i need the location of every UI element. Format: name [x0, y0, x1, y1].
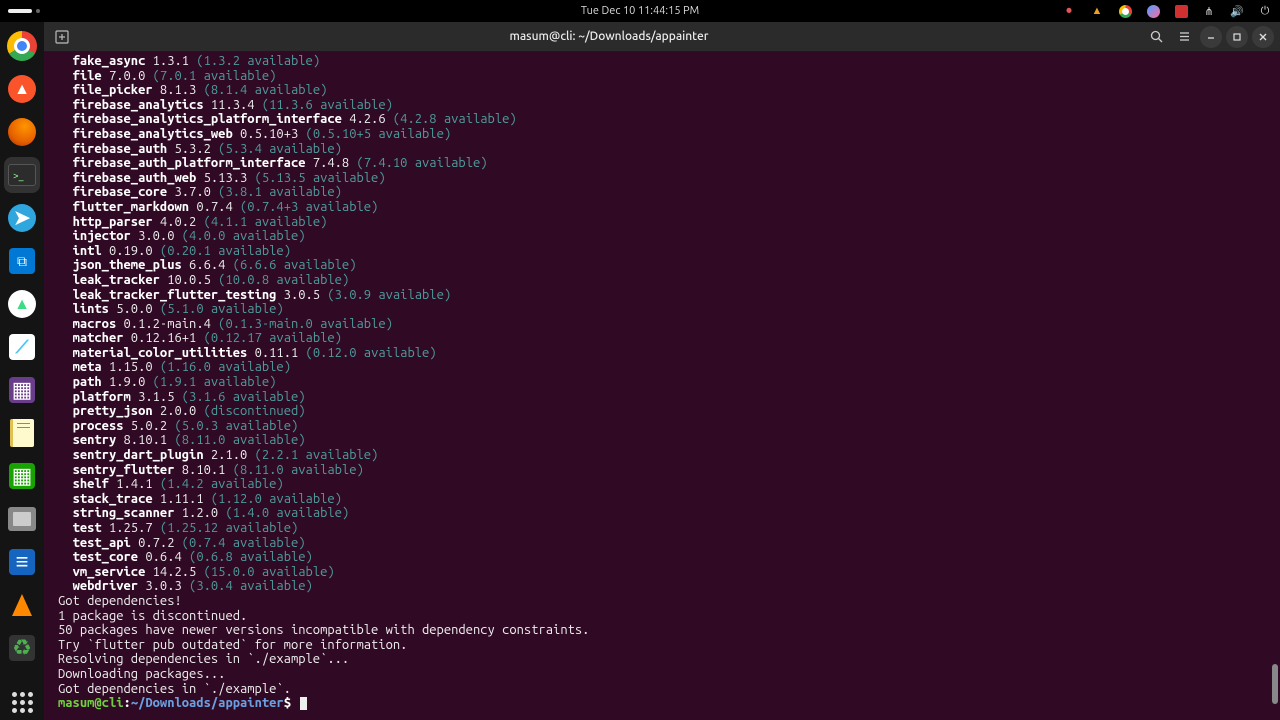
dock-flutter[interactable]: ⟋ [4, 329, 40, 365]
dock-brave[interactable]: ▲ [4, 71, 40, 107]
dock-telegram[interactable]: ➤ [4, 200, 40, 236]
dock-files[interactable] [4, 501, 40, 537]
dock-apps-grid[interactable] [4, 684, 40, 720]
dock-vscode[interactable]: ⧉ [4, 243, 40, 279]
app-tray-icon[interactable] [1146, 4, 1160, 18]
terminal-window: masum@cli: ~/Downloads/appainter fake_as… [44, 22, 1280, 720]
system-topbar: Tue Dec 10 11:44:15 PM ⏺ ▲ ⋔ 🔊 ⏻ [0, 0, 1280, 22]
dock: ▲ >_ ➤ ⧉ ▲ ⟋ ▦ ▦ ≡ ♻ [0, 22, 44, 720]
dock-terminal[interactable]: >_ [4, 157, 40, 193]
network-icon[interactable]: ⋔ [1202, 4, 1216, 18]
maximize-button[interactable] [1226, 26, 1248, 48]
clock[interactable]: Tue Dec 10 11:44:15 PM [581, 5, 699, 17]
power-icon[interactable]: ⏻ [1258, 4, 1272, 18]
dock-recycle[interactable]: ♻ [4, 630, 40, 666]
search-button[interactable] [1144, 26, 1168, 48]
terminal-output[interactable]: fake_async 1.3.1 (1.3.2 available) file … [44, 52, 1280, 720]
activities-corner[interactable] [8, 9, 40, 13]
dock-chrome[interactable] [4, 28, 40, 64]
app-tray-icon-2[interactable] [1174, 4, 1188, 18]
dock-android-studio[interactable]: ▲ [4, 286, 40, 322]
warning-icon[interactable]: ▲ [1090, 4, 1104, 18]
system-tray: ⏺ ▲ ⋔ 🔊 ⏻ [1062, 4, 1272, 18]
dock-media[interactable]: ▦ [4, 372, 40, 408]
dock-writer[interactable]: ≡ [4, 544, 40, 580]
screen-record-icon[interactable]: ⏺ [1062, 4, 1076, 18]
minimize-button[interactable] [1200, 26, 1222, 48]
dock-notes[interactable] [4, 415, 40, 451]
chrome-tray-icon[interactable] [1118, 4, 1132, 18]
menu-button[interactable] [1172, 26, 1196, 48]
close-button[interactable] [1252, 26, 1274, 48]
dock-spreadsheet[interactable]: ▦ [4, 458, 40, 494]
terminal-titlebar: masum@cli: ~/Downloads/appainter [44, 22, 1280, 52]
volume-icon[interactable]: 🔊 [1230, 4, 1244, 18]
dock-vlc[interactable] [4, 587, 40, 623]
scrollbar-thumb[interactable] [1272, 664, 1278, 704]
window-title: masum@cli: ~/Downloads/appainter [74, 30, 1144, 43]
dock-firefox[interactable] [4, 114, 40, 150]
new-tab-button[interactable] [50, 26, 74, 48]
